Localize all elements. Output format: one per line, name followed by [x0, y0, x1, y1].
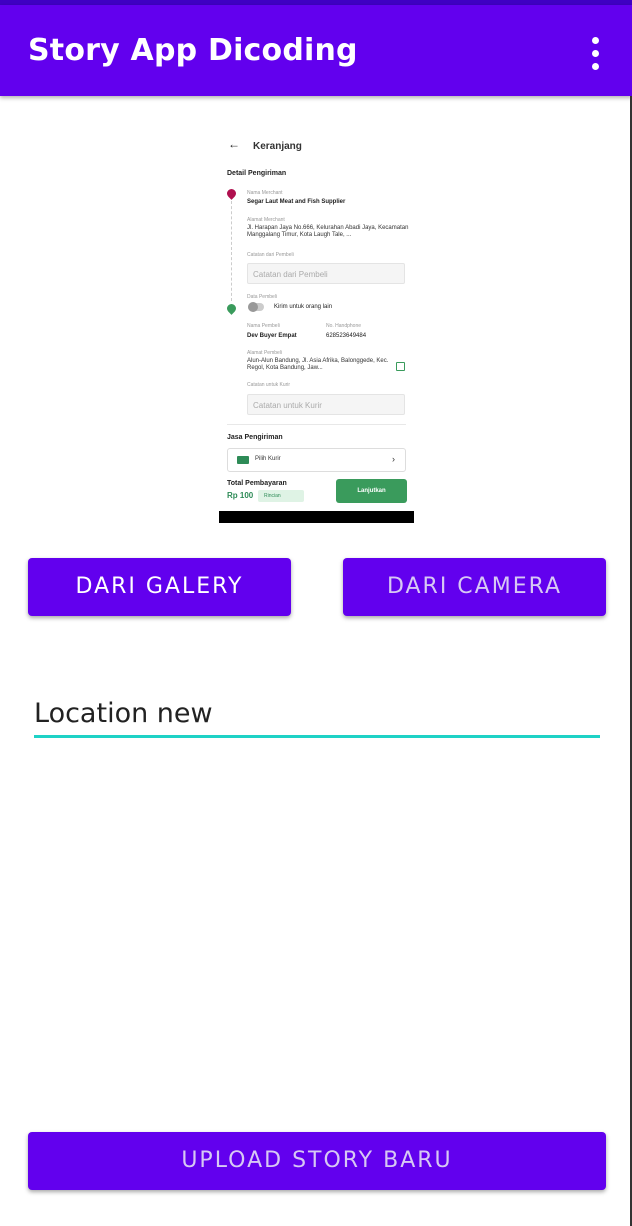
seller-note-label: Catatan dari Pembeli — [247, 252, 294, 258]
buyer-name: Dev Buyer Empat — [247, 333, 297, 339]
seller-note-input[interactable]: Catatan dari Pembeli — [247, 263, 405, 284]
more-vert-icon[interactable] — [586, 37, 606, 71]
total-price: Rp 100 — [227, 491, 254, 500]
total-label: Total Pembayaran — [227, 480, 287, 487]
buyer-phone: 628523649484 — [326, 333, 367, 339]
buyer-data-label: Data Pembeli — [247, 294, 278, 300]
merchant-name: Segar Laut Meat and Fish Supplier — [247, 199, 346, 205]
choose-courier-button[interactable]: Pilih Kurir › — [227, 448, 406, 472]
app-bar: Story App Dicoding — [0, 5, 632, 96]
merchant-address: Jl. Harapan Jaya No.666, Kelurahan Abadi… — [247, 225, 409, 238]
map-pin-icon — [225, 302, 238, 315]
buyer-address: Alun-Alun Bandung, Jl. Asia Afrika, Balo… — [247, 358, 389, 371]
location-input[interactable]: Location new — [34, 698, 213, 729]
preview-nav-bar — [219, 511, 414, 523]
send-other-toggle[interactable] — [248, 302, 264, 312]
courier-note-label: Catatan untuk Kurir — [247, 382, 291, 388]
location-underline — [34, 735, 600, 738]
divider — [227, 424, 406, 425]
truck-icon — [237, 456, 249, 464]
merchant-address-label: Alamat Merchant — [247, 217, 285, 223]
preview-header: ← Keranjang — [219, 127, 414, 167]
upload-story-button[interactable]: UPLOAD STORY BARU — [28, 1132, 606, 1190]
route-line — [231, 201, 232, 301]
continue-button[interactable]: Lanjutkan — [336, 479, 407, 503]
phone-label: No. Handphone — [326, 323, 362, 329]
gallery-button[interactable]: DARI GALERY — [28, 558, 291, 616]
arrow-left-icon: ← — [228, 137, 240, 151]
preview-detail-header: Detail Pengiriman — [227, 170, 287, 177]
buyer-address-label: Alamat Pembeli — [247, 350, 283, 356]
preview-title: Keranjang — [253, 141, 302, 152]
app-title: Story App Dicoding — [28, 33, 358, 68]
edit-icon[interactable] — [396, 362, 405, 371]
send-other-label: Kirim untuk orang lain — [274, 304, 333, 310]
location-field[interactable]: Location new — [34, 690, 600, 740]
details-button[interactable]: Rincian — [258, 490, 304, 502]
merchant-label: Nama Merchant — [247, 190, 283, 196]
choose-courier-label: Pilih Kurir — [255, 456, 281, 462]
shipping-header: Jasa Pengiriman — [227, 434, 283, 441]
courier-note-input[interactable]: Catatan untuk Kurir — [247, 394, 405, 415]
camera-button[interactable]: DARI CAMERA — [343, 558, 606, 616]
map-pin-icon — [225, 187, 238, 200]
story-image-preview: ← Keranjang Detail Pengiriman Nama Merch… — [219, 127, 414, 523]
buyer-name-label: Nama Pembeli — [247, 323, 280, 329]
chevron-right-icon: › — [392, 454, 395, 464]
